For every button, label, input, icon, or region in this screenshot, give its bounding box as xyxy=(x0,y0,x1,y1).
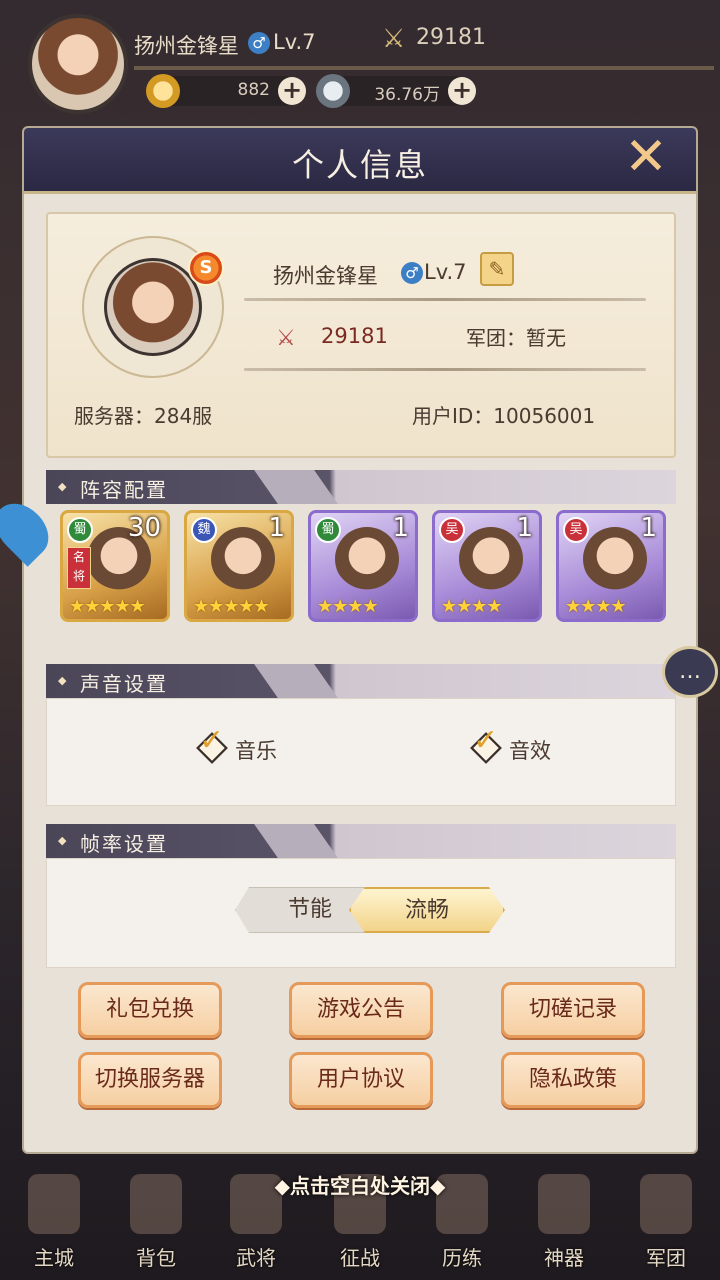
nav-label: 军团 xyxy=(646,1246,686,1270)
hero-card[interactable]: 蜀 名将 30 ★★★★★ xyxy=(60,510,170,622)
close-icon[interactable]: ✕ xyxy=(620,131,672,184)
hud-divider xyxy=(134,66,714,70)
profile-power: 29181 xyxy=(321,324,388,348)
profile-user-id: 用户ID：10056001 xyxy=(412,404,596,428)
nav-label: 征战 xyxy=(340,1246,380,1270)
gift-redeem-button[interactable]: 礼包兑换 xyxy=(78,982,222,1038)
profile-avatar[interactable] xyxy=(104,258,202,356)
edit-name-icon[interactable]: ✎ xyxy=(480,252,514,286)
game-notice-button[interactable]: 游戏公告 xyxy=(289,982,433,1038)
top-hud: 扬州金锋星 ♂ Lv.7 ⚔ 29181 882 + 36.76万 + xyxy=(0,0,720,120)
switch-server-button[interactable]: 切换服务器 xyxy=(78,1052,222,1108)
gold-resource: 882 + xyxy=(146,74,306,108)
close-hint: ◆点击空白处关闭◆ xyxy=(274,1174,446,1198)
divider xyxy=(244,298,646,301)
hero-card[interactable]: 蜀 1 ★★★★ xyxy=(308,510,418,622)
framerate-settings: 节能 流畅 xyxy=(46,858,676,968)
faction-badge: 魏 xyxy=(191,517,217,543)
privacy-policy-button[interactable]: 隐私政策 xyxy=(501,1052,645,1108)
smooth-option[interactable]: 流畅 xyxy=(349,887,505,933)
hero-portrait xyxy=(335,527,399,591)
personal-info-panel: 个人信息 S 扬州金锋星 ♂ Lv.7 ✎ ⚔ 29181 军团：暂无 服务器：… xyxy=(22,126,698,1154)
faction-badge: 吴 xyxy=(563,517,589,543)
profile-server: 服务器：284服 xyxy=(74,404,213,428)
hero-count: 1 xyxy=(268,513,285,543)
diamond-icon: ◆ xyxy=(58,674,67,687)
male-icon: ♂ xyxy=(248,32,270,54)
crossed-swords-icon: ⚔ xyxy=(382,24,406,54)
hero-portrait xyxy=(459,527,523,591)
sound-section-header: ◆ 声音设置 xyxy=(46,664,676,698)
hud-power: 29181 xyxy=(416,25,486,50)
profile-level: Lv.7 xyxy=(424,260,467,284)
nav-label: 主城 xyxy=(34,1246,74,1270)
header-stripe xyxy=(254,664,338,698)
hero-card[interactable]: 吴 1 ★★★★ xyxy=(556,510,666,622)
hero-portrait xyxy=(583,527,647,591)
effects-label: 音效 xyxy=(509,739,551,763)
player-avatar[interactable] xyxy=(28,14,128,114)
faction-badge: 吴 xyxy=(439,517,465,543)
panel-header: 个人信息 xyxy=(24,128,696,194)
star-rating: ★★★★★ xyxy=(69,596,146,617)
hero-count: 1 xyxy=(516,513,533,543)
hud-level: Lv.7 xyxy=(273,30,316,54)
nav-label: 武将 xyxy=(236,1246,276,1270)
sound-settings: ✓ 音乐 ✓ 音效 xyxy=(46,698,676,806)
framerate-section-header: ◆ 帧率设置 xyxy=(46,824,676,858)
checkmark-icon: ✓ xyxy=(473,723,499,758)
famous-general-tag: 名将 xyxy=(67,547,91,589)
hero-count: 1 xyxy=(640,513,657,543)
header-stripe xyxy=(254,470,338,504)
silver-resource: 36.76万 + xyxy=(316,74,476,108)
music-label: 音乐 xyxy=(235,739,277,763)
gold-amount: 882 xyxy=(237,80,270,100)
duel-log-button[interactable]: 切磋记录 xyxy=(501,982,645,1038)
crossed-swords-icon: ⚔ xyxy=(276,326,296,351)
framerate-toggle: 节能 流畅 xyxy=(235,887,505,933)
add-gold-button[interactable]: + xyxy=(278,77,306,105)
male-icon: ♂ xyxy=(401,262,423,284)
framerate-title: 帧率设置 xyxy=(80,832,168,856)
sound-title: 声音设置 xyxy=(80,672,168,696)
panel-title: 个人信息 xyxy=(291,146,428,184)
checkmark-icon: ✓ xyxy=(199,723,225,758)
nav-label: 历练 xyxy=(442,1246,482,1270)
lineup-title: 阵容配置 xyxy=(80,478,168,502)
star-rating: ★★★★ xyxy=(317,596,379,617)
diamond-icon: ◆ xyxy=(58,480,67,493)
hero-card[interactable]: 魏 1 ★★★★★ xyxy=(184,510,294,622)
hud-player-name: 扬州金锋星 xyxy=(134,34,239,58)
gold-ingot-icon xyxy=(146,74,180,108)
profile-guild: 军团：暂无 xyxy=(466,326,566,350)
add-silver-button[interactable]: + xyxy=(448,77,476,105)
hero-count: 1 xyxy=(392,513,409,543)
chat-bubble-icon[interactable]: … xyxy=(662,646,718,698)
nav-label: 背包 xyxy=(136,1246,176,1270)
lineup-list: 蜀 名将 30 ★★★★★ 魏 1 ★★★★★ 蜀 1 ★★★★ 吴 1 ★★★… xyxy=(46,510,676,634)
divider xyxy=(244,368,646,371)
silver-amount: 36.76万 xyxy=(374,85,440,105)
hero-portrait xyxy=(211,527,275,591)
faction-badge: 蜀 xyxy=(315,517,341,543)
star-rating: ★★★★★ xyxy=(193,596,270,617)
profile-card: S 扬州金锋星 ♂ Lv.7 ✎ ⚔ 29181 军团：暂无 服务器：284服 … xyxy=(46,212,676,458)
hero-card[interactable]: 吴 1 ★★★★ xyxy=(432,510,542,622)
diamond-icon: ◆ xyxy=(58,834,67,847)
nav-label: 神器 xyxy=(544,1246,584,1270)
lineup-section-header: ◆ 阵容配置 xyxy=(46,470,676,504)
user-agreement-button[interactable]: 用户协议 xyxy=(289,1052,433,1108)
silver-coin-icon xyxy=(316,74,350,108)
star-rating: ★★★★ xyxy=(441,596,503,617)
header-stripe xyxy=(254,824,338,858)
faction-badge: 蜀 xyxy=(67,517,93,543)
swap-badge-icon[interactable]: S xyxy=(188,250,224,286)
hero-count: 30 xyxy=(127,513,161,543)
star-rating: ★★★★ xyxy=(565,596,627,617)
profile-name: 扬州金锋星 xyxy=(273,264,378,288)
